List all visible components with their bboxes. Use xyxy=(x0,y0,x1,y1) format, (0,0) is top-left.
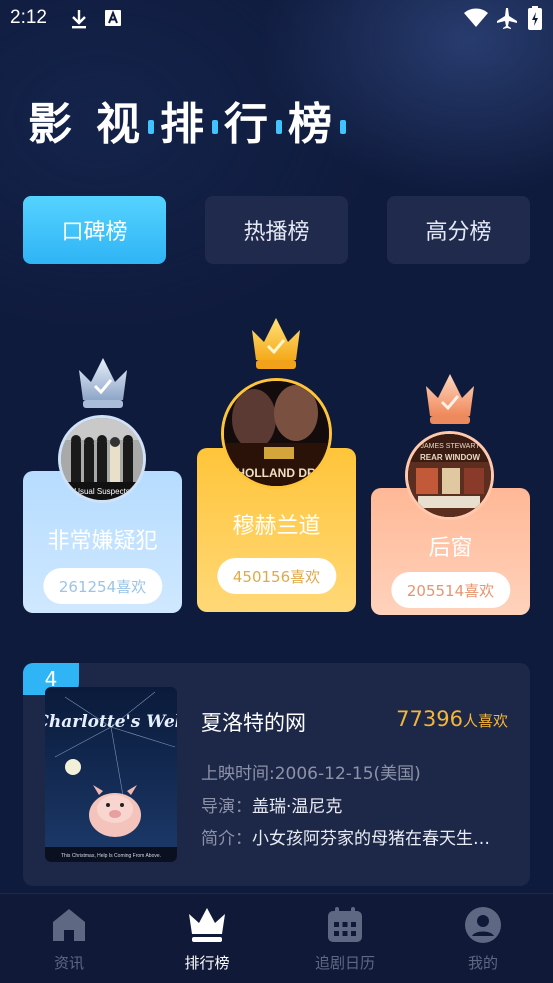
synopsis: 简介：小女孩阿芬家的母猪在春天生… xyxy=(201,829,490,849)
gold-crown-icon xyxy=(248,316,304,376)
list-item[interactable]: 4 Charlotte's Web This Christmas, Help I… xyxy=(23,663,530,886)
podium-third-poster[interactable]: JAMES STEWART REAR WINDOW xyxy=(405,431,494,520)
director: 导演：盖瑞·温尼克 xyxy=(201,797,343,817)
release-date: 上映时间:2006-12-15(美国) xyxy=(201,764,421,784)
podium-first-likes: 450156喜欢 xyxy=(216,558,337,594)
tab-word-of-mouth[interactable]: 口碑榜 xyxy=(23,196,166,264)
movie-poster-title: Charlotte's Web xyxy=(45,712,177,732)
wifi-icon xyxy=(463,7,489,33)
podium-second-likes: 261254喜欢 xyxy=(42,568,163,604)
tabbar-item-mine[interactable]: 我的 xyxy=(414,894,552,983)
tabbar-item-calendar[interactable]: 追剧日历 xyxy=(276,894,414,983)
podium-first-poster-text: HOLLAND DR xyxy=(236,466,316,480)
a-icon xyxy=(104,8,122,32)
tabbar-item-news[interactable]: 资讯 xyxy=(0,894,138,983)
user-icon xyxy=(463,906,503,948)
bronze-crown-icon xyxy=(422,372,478,430)
bottom-tab-bar: 资讯 排行榜 追剧日历 我的 xyxy=(0,893,553,983)
movie-poster[interactable]: Charlotte's Web This Christmas, Help Is … xyxy=(45,687,177,862)
podium-third-poster-sub: JAMES STEWART xyxy=(420,443,480,450)
battery-icon xyxy=(528,6,542,34)
movie-likes-unit: 人喜欢 xyxy=(462,712,508,730)
podium-first-poster[interactable]: HOLLAND DR xyxy=(221,378,332,489)
podium-second-poster[interactable]: Usual Suspects xyxy=(58,415,146,503)
movie-likes: 77396人喜欢 xyxy=(396,707,508,731)
page-title: 影视排行榜 xyxy=(28,88,352,152)
calendar-icon xyxy=(325,906,365,948)
tabbar-item-ranking[interactable]: 排行榜 xyxy=(138,894,276,983)
movie-likes-count: 77396 xyxy=(396,707,463,731)
silver-crown-icon xyxy=(75,356,131,414)
airplane-icon xyxy=(495,6,519,34)
status-bar: 2:12 xyxy=(0,0,553,38)
download-icon xyxy=(70,8,88,34)
movie-poster-tagline: This Christmas, Help Is Coming From Abov… xyxy=(61,853,161,859)
podium-second-title: 非常嫌疑犯 xyxy=(47,529,158,554)
podium-third-likes: 205514喜欢 xyxy=(390,572,511,608)
status-time: 2:12 xyxy=(10,7,47,28)
crown-icon xyxy=(187,906,227,948)
tab-hot[interactable]: 热播榜 xyxy=(205,196,348,264)
tab-high-score[interactable]: 高分榜 xyxy=(387,196,530,264)
podium-second-poster-text: Usual Suspects xyxy=(74,487,130,496)
movie-title: 夏洛特的网 xyxy=(201,711,306,735)
podium-third-poster-text: REAR WINDOW xyxy=(420,453,480,462)
podium-third-title: 后窗 xyxy=(428,536,473,561)
podium-first-title: 穆赫兰道 xyxy=(232,514,321,539)
home-icon xyxy=(49,906,89,948)
